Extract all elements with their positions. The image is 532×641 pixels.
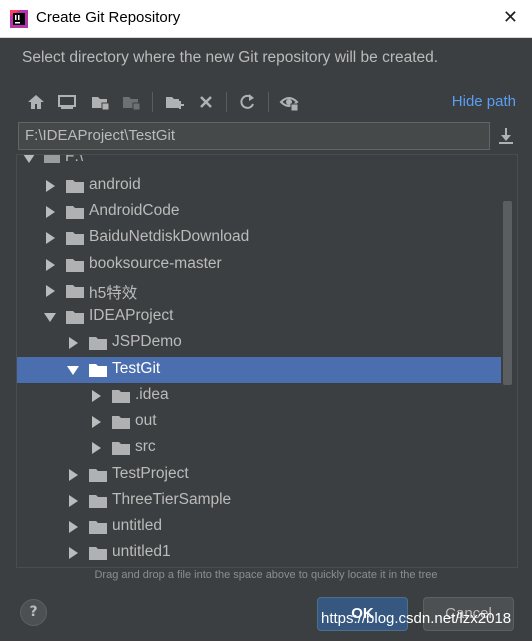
folder-icon xyxy=(89,337,107,350)
tree-row[interactable]: android xyxy=(17,173,501,199)
toolbar-separator xyxy=(152,92,153,112)
vertical-scrollbar[interactable] xyxy=(503,201,512,385)
tree-row[interactable]: ThreeTierSample xyxy=(17,488,501,514)
hide-path-link[interactable]: Hide path xyxy=(452,93,516,110)
collapse-arrow-icon[interactable] xyxy=(23,155,35,163)
tree-row-label: src xyxy=(135,438,156,455)
expand-arrow-icon[interactable] xyxy=(46,180,55,192)
tree-row-label: out xyxy=(135,412,157,429)
tree-row-label: h5特效 xyxy=(89,285,138,302)
toolbar-separator xyxy=(226,92,227,112)
tree-row-label: BaiduNetdiskDownload xyxy=(89,228,250,245)
path-input[interactable]: F:\IDEAProject\TestGit xyxy=(18,122,490,150)
tree-row-label: untitled1 xyxy=(112,543,171,560)
tree-row-label: AndroidCode xyxy=(89,202,180,219)
home-icon[interactable] xyxy=(26,92,46,112)
tree-row-label: TestProject xyxy=(112,465,189,482)
folder-icon xyxy=(89,495,107,508)
delete-icon[interactable] xyxy=(196,92,216,112)
tree-row[interactable]: BaiduNetdiskDownload xyxy=(17,225,501,251)
tree-row[interactable]: AndroidCode xyxy=(17,199,501,225)
project-folder-icon[interactable] xyxy=(90,92,110,112)
drive-icon xyxy=(44,155,60,163)
folder-icon xyxy=(66,180,84,193)
folder-icon xyxy=(66,285,84,298)
tree-row[interactable]: booksource-master xyxy=(17,252,501,278)
new-folder-icon[interactable] xyxy=(164,92,184,112)
folder-icon xyxy=(66,206,84,219)
download-icon[interactable] xyxy=(496,126,516,146)
watermark-text: https://blog.csdn.net/lzx2018 xyxy=(321,610,512,627)
expand-arrow-icon[interactable] xyxy=(92,390,101,402)
expand-arrow-icon[interactable] xyxy=(92,416,101,428)
tree-row-label: IDEAProject xyxy=(89,307,174,324)
intellij-app-icon xyxy=(10,10,28,28)
expand-arrow-icon[interactable] xyxy=(46,259,55,271)
drag-drop-hint: Drag and drop a file into the space abov… xyxy=(94,569,438,581)
expand-arrow-icon[interactable] xyxy=(69,547,78,559)
tree-row[interactable]: untitled xyxy=(17,514,501,540)
tree-row-label: .idea xyxy=(135,386,169,403)
tree-row-label: JSPDemo xyxy=(112,333,182,350)
tree-row[interactable]: untitled1 xyxy=(17,540,501,566)
tree-row[interactable]: JSPDemo xyxy=(17,330,501,356)
folder-icon xyxy=(89,521,107,534)
collapse-arrow-icon[interactable] xyxy=(44,313,56,322)
tree-row-label: untitled xyxy=(112,517,162,534)
expand-arrow-icon[interactable] xyxy=(46,232,55,244)
directory-tree[interactable]: F:\ android AndroidCode BaiduNetdiskDown… xyxy=(16,154,518,568)
folder-icon xyxy=(66,311,84,324)
expand-arrow-icon[interactable] xyxy=(69,337,78,349)
tree-row[interactable]: out xyxy=(17,409,501,435)
help-button[interactable]: ? xyxy=(20,599,47,626)
tree-row-drive[interactable]: F:\ xyxy=(17,154,501,171)
collapse-arrow-icon[interactable] xyxy=(67,366,79,375)
dialog-description: Select directory where the new Git repos… xyxy=(22,49,439,66)
folder-icon xyxy=(89,364,107,377)
expand-arrow-icon[interactable] xyxy=(92,442,101,454)
tree-row[interactable]: .idea xyxy=(17,383,501,409)
close-icon[interactable]: ✕ xyxy=(503,8,518,28)
tree-row[interactable]: src xyxy=(17,435,501,461)
folder-icon xyxy=(89,469,107,482)
tree-row[interactable]: IDEAProject xyxy=(17,304,501,330)
folder-icon xyxy=(112,442,130,455)
folder-icon xyxy=(112,390,130,403)
expand-arrow-icon[interactable] xyxy=(69,521,78,533)
expand-arrow-icon[interactable] xyxy=(69,495,78,507)
refresh-icon[interactable] xyxy=(237,92,257,112)
toolbar-separator xyxy=(268,92,269,112)
expand-arrow-icon[interactable] xyxy=(46,285,55,297)
tree-row-label: F:\ xyxy=(65,154,84,165)
expand-arrow-icon[interactable] xyxy=(46,206,55,218)
tree-row-label: booksource-master xyxy=(89,255,222,272)
path-input-value: F:\IDEAProject\TestGit xyxy=(25,127,176,144)
tree-row-selected[interactable]: TestGit xyxy=(17,357,501,383)
folder-icon xyxy=(66,259,84,272)
module-folder-icon[interactable] xyxy=(121,92,141,112)
tree-row-label: TestGit xyxy=(112,360,161,377)
file-chooser-toolbar: Hide path xyxy=(18,87,518,117)
desktop-icon[interactable] xyxy=(57,92,77,112)
folder-icon xyxy=(112,416,130,429)
show-hidden-icon[interactable] xyxy=(279,92,299,112)
window-title: Create Git Repository xyxy=(36,9,181,26)
tree-row-label: ThreeTierSample xyxy=(112,491,232,508)
expand-arrow-icon[interactable] xyxy=(69,469,78,481)
tree-row[interactable]: h5特效 xyxy=(17,278,501,304)
tree-row-label: android xyxy=(89,176,141,193)
folder-icon xyxy=(89,547,107,560)
tree-row[interactable]: TestProject xyxy=(17,462,501,488)
folder-icon xyxy=(66,232,84,245)
title-bar: Create Git Repository ✕ xyxy=(0,0,532,38)
